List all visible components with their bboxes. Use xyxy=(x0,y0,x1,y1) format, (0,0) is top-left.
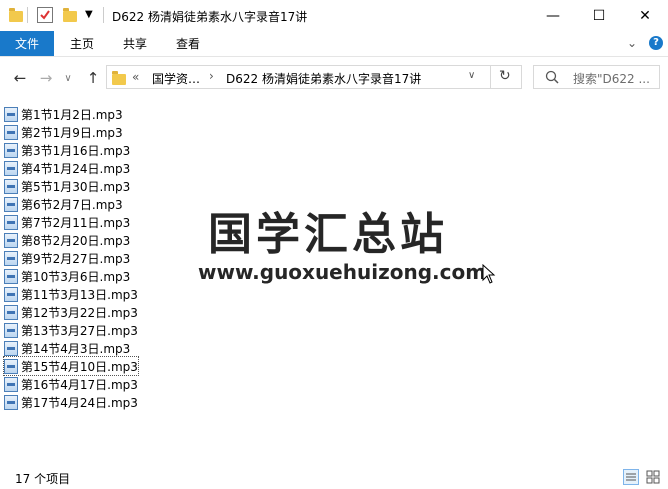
audio-file-icon xyxy=(4,196,18,212)
up-button[interactable]: ↑ xyxy=(83,68,103,88)
status-bar xyxy=(0,466,668,489)
audio-file-icon xyxy=(4,160,18,176)
file-name: 第12节3月22日.mp3 xyxy=(21,305,138,320)
file-item[interactable]: 第14节4月3日.mp3 xyxy=(4,339,130,357)
file-item[interactable]: 第8节2月20日.mp3 xyxy=(4,231,130,249)
close-button[interactable]: ✕ xyxy=(622,0,668,31)
file-item[interactable]: 第10节3月6日.mp3 xyxy=(4,267,130,285)
file-name: 第17节4月24日.mp3 xyxy=(21,395,138,410)
file-name: 第11节3月13日.mp3 xyxy=(21,287,138,302)
audio-file-icon xyxy=(4,142,18,158)
window-title: D622 杨清娟徒弟素水八字录音17讲 xyxy=(112,10,308,24)
file-name: 第9节2月27日.mp3 xyxy=(21,251,131,266)
customize-toolbar-icon[interactable]: ▼ xyxy=(85,9,93,20)
search-placeholder: 搜索"D622 ... xyxy=(573,72,650,86)
tab-home[interactable]: 主页 xyxy=(70,31,94,56)
audio-file-icon xyxy=(4,322,18,338)
file-name: 第13节3月27日.mp3 xyxy=(21,323,138,338)
breadcrumb-overflow[interactable]: « xyxy=(132,70,139,84)
folder-icon[interactable] xyxy=(8,7,24,23)
audio-file-icon xyxy=(4,394,18,410)
audio-file-icon xyxy=(4,340,18,356)
file-name: 第14节4月3日.mp3 xyxy=(21,341,131,356)
file-item[interactable]: 第7节2月11日.mp3 xyxy=(4,213,130,231)
folder-icon xyxy=(111,70,127,86)
audio-file-icon xyxy=(4,286,18,302)
tab-view[interactable]: 查看 xyxy=(176,31,200,56)
file-item[interactable]: 第4节1月24日.mp3 xyxy=(4,159,130,177)
help-icon[interactable]: ? xyxy=(649,36,663,50)
breadcrumb-item[interactable]: D622 杨清娟徒弟素水八字录音17讲 xyxy=(226,70,421,87)
tab-file[interactable]: 文件 xyxy=(0,31,54,56)
file-item[interactable]: 第11节3月13日.mp3 xyxy=(4,285,138,303)
audio-file-icon xyxy=(4,124,18,140)
file-name: 第15节4月10日.mp3 xyxy=(21,359,138,374)
file-name: 第1节1月2日.mp3 xyxy=(21,107,123,122)
file-item[interactable]: 第16节4月17日.mp3 xyxy=(4,375,138,393)
watermark-title: 国学汇总站 xyxy=(208,209,448,260)
file-item[interactable]: 第3节1月16日.mp3 xyxy=(4,141,130,159)
file-item[interactable]: 第9节2月27日.mp3 xyxy=(4,249,130,267)
file-item[interactable]: 第6节2月7日.mp3 xyxy=(4,195,123,213)
large-icons-view-icon[interactable] xyxy=(645,469,661,485)
watermark-url: www.guoxuehuizong.com xyxy=(198,260,487,284)
divider xyxy=(490,65,491,89)
file-name: 第3节1月16日.mp3 xyxy=(21,143,131,158)
breadcrumb-separator[interactable]: › xyxy=(209,69,214,83)
file-item[interactable]: 第17节4月24日.mp3 xyxy=(4,393,138,411)
audio-file-icon xyxy=(4,358,18,374)
audio-file-icon xyxy=(4,232,18,248)
file-name: 第8节2月20日.mp3 xyxy=(21,233,131,248)
file-name: 第5节1月30日.mp3 xyxy=(21,179,131,194)
file-item[interactable]: 第13节3月27日.mp3 xyxy=(4,321,138,339)
audio-file-icon xyxy=(4,250,18,266)
file-name: 第10节3月6日.mp3 xyxy=(21,269,131,284)
file-item[interactable]: 第2节1月9日.mp3 xyxy=(4,123,123,141)
recent-locations-button[interactable]: ∨ xyxy=(58,68,78,88)
forward-button[interactable]: → xyxy=(36,68,56,88)
file-name: 第4节1月24日.mp3 xyxy=(21,161,131,176)
minimize-button[interactable]: — xyxy=(530,0,576,31)
file-item[interactable]: 第1节1月2日.mp3 xyxy=(4,105,123,123)
file-name: 第16节4月17日.mp3 xyxy=(21,377,138,392)
tab-share[interactable]: 共享 xyxy=(123,31,147,56)
audio-file-icon xyxy=(4,376,18,392)
file-name: 第7节2月11日.mp3 xyxy=(21,215,131,230)
item-count: 17 个项目 xyxy=(15,472,71,486)
ribbon xyxy=(0,31,668,57)
new-folder-icon[interactable] xyxy=(62,7,78,23)
address-dropdown-icon[interactable]: ∨ xyxy=(468,70,475,81)
divider xyxy=(27,7,28,23)
search-icon xyxy=(545,70,559,87)
file-name: 第6节2月7日.mp3 xyxy=(21,197,123,212)
breadcrumb-item[interactable]: 国学资… xyxy=(152,70,200,87)
cursor-icon xyxy=(482,263,496,287)
details-view-icon[interactable] xyxy=(623,469,639,485)
file-name: 第2节1月9日.mp3 xyxy=(21,125,123,140)
ribbon-expand-icon[interactable]: ⌄ xyxy=(627,36,637,50)
audio-file-icon xyxy=(4,178,18,194)
file-item[interactable]: 第15节4月10日.mp3 xyxy=(3,356,139,376)
audio-file-icon xyxy=(4,214,18,230)
audio-file-icon xyxy=(4,268,18,284)
back-button[interactable]: ← xyxy=(10,68,30,88)
divider xyxy=(103,7,104,23)
audio-file-icon xyxy=(4,304,18,320)
file-item[interactable]: 第12节3月22日.mp3 xyxy=(4,303,138,321)
maximize-button[interactable]: ☐ xyxy=(576,0,622,31)
audio-file-icon xyxy=(4,106,18,122)
properties-icon[interactable] xyxy=(37,7,53,23)
refresh-icon[interactable]: ↻ xyxy=(499,68,511,84)
file-item[interactable]: 第5节1月30日.mp3 xyxy=(4,177,130,195)
